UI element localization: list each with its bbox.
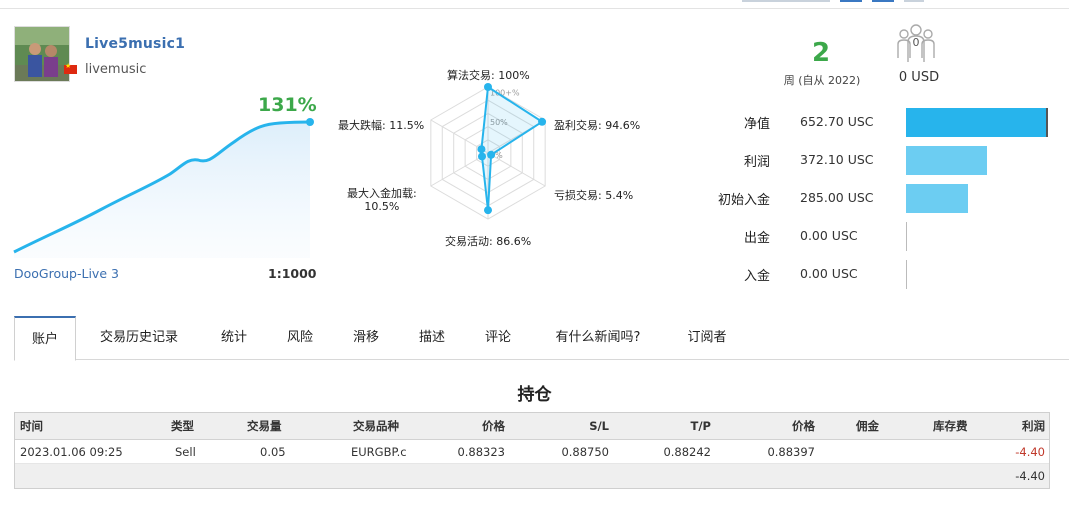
finance-row-equity: 净值 652.70 USC xyxy=(700,108,1060,137)
login-name: livemusic xyxy=(85,62,147,77)
radar-label-max-drawdown: 最大跌幅: 11.5% xyxy=(338,119,425,132)
tab-trade-history[interactable]: 交易历史记录 xyxy=(86,316,192,360)
positions-title: 持仓 xyxy=(517,385,552,405)
finance-bar-track xyxy=(906,184,1050,213)
col-type: 类型 xyxy=(171,419,194,433)
avatar[interactable] xyxy=(14,26,70,82)
tab-news[interactable]: 有什么新闻吗? xyxy=(538,316,658,360)
col-symbol: 交易品种 xyxy=(353,419,399,433)
radar-point xyxy=(477,145,486,154)
finance-value: 372.10 USC xyxy=(800,152,874,167)
top-nav-fragment xyxy=(742,0,830,2)
cell-price-open: 0.88323 xyxy=(457,445,505,459)
radar-point xyxy=(477,152,486,161)
cell-sl: 0.88750 xyxy=(561,445,609,459)
cell-price-current: 0.88397 xyxy=(767,445,815,459)
radar-point xyxy=(484,83,492,91)
col-tp: T/P xyxy=(690,419,711,433)
tab-account[interactable]: 账户 xyxy=(14,316,76,361)
weeks-value: 2 xyxy=(811,38,831,68)
col-volume: 交易量 xyxy=(247,419,282,433)
radar-label-algo: 算法交易: 100% xyxy=(447,69,530,82)
radar-chart: 100+%50%0% xyxy=(430,83,547,220)
finance-row-initial-deposit: 初始入金 285.00 USC xyxy=(700,184,1060,213)
finance-row-profit: 利润 372.10 USC xyxy=(700,146,1060,175)
growth-area xyxy=(14,122,310,258)
finance-label: 利润 xyxy=(743,155,770,170)
total-profit: -4.40 xyxy=(1015,469,1045,483)
col-profit: 利润 xyxy=(1022,419,1045,433)
radar-point xyxy=(487,150,496,159)
cell-type: Sell xyxy=(175,445,196,459)
tab-bar: 账户 交易历史记录 统计 风险 滑移 描述 评论 有什么新闻吗? 订阅者 xyxy=(14,316,1069,361)
user-name[interactable]: Live5music1 xyxy=(85,36,185,52)
col-price-open: 价格 xyxy=(482,419,505,433)
col-time: 时间 xyxy=(20,419,43,433)
radar-label-line: 最大入金加载: xyxy=(347,187,417,200)
tab-risk[interactable]: 风险 xyxy=(274,316,326,360)
cell-time: 2023.01.06 09:25 xyxy=(20,445,123,459)
finance-bar-track xyxy=(906,260,1050,289)
flag-cn-icon xyxy=(64,62,77,74)
table-header: 时间 类型 交易量 交易品种 价格 S/L T/P 价格 佣金 库存费 利润 xyxy=(15,413,1049,440)
finance-bar-track xyxy=(906,108,1050,137)
finance-value: 0.00 USC xyxy=(800,266,858,281)
finance-value: 285.00 USC xyxy=(800,190,874,205)
finance-bar-track xyxy=(906,222,1050,251)
user-login-row: livemusic xyxy=(64,62,146,77)
finance-value: 652.70 USC xyxy=(800,114,874,129)
tab-slippage[interactable]: 滑移 xyxy=(340,316,392,360)
col-commission: 佣金 xyxy=(856,419,879,433)
cell-volume: 0.05 xyxy=(260,445,286,459)
growth-value: 131% xyxy=(258,94,317,116)
growth-chart xyxy=(13,118,314,258)
finance-bar xyxy=(906,108,1048,137)
cell-profit: -4.40 xyxy=(1015,445,1045,459)
cell-tp: 0.88242 xyxy=(663,445,711,459)
subscribers-count: 0 xyxy=(912,36,920,49)
table-total-row: -4.40 xyxy=(15,464,1049,488)
tab-statistics[interactable]: 统计 xyxy=(208,316,260,360)
table-row: 2023.01.06 09:25 Sell 0.05 EURGBP.c 0.88… xyxy=(15,440,1049,464)
weeks-label: 周 (自从 2022) xyxy=(783,74,861,87)
finance-bar xyxy=(906,184,968,213)
finance-label: 初始入金 xyxy=(717,193,770,208)
finance-label: 出金 xyxy=(743,231,770,246)
finance-value: 0.00 USC xyxy=(800,228,858,243)
finance-bar-track xyxy=(906,146,1050,175)
finance-bar xyxy=(906,260,907,289)
radar-label-profit-trades: 盈利交易: 94.6% xyxy=(554,119,641,132)
radar-label-max-deposit-load: 最大入金加载: 10.5% xyxy=(347,187,417,213)
radar-label-activity: 交易活动: 86.6% xyxy=(445,235,532,248)
finance-bar xyxy=(906,146,987,175)
finance-bar xyxy=(906,222,907,251)
growth-endpoint xyxy=(306,118,314,126)
col-swap: 库存费 xyxy=(933,419,968,433)
leverage: 1:1000 xyxy=(268,266,317,281)
tab-description[interactable]: 描述 xyxy=(406,316,458,360)
finance-label: 净值 xyxy=(743,117,770,132)
tab-subscribers[interactable]: 订阅者 xyxy=(676,316,738,360)
finance-row-deposits: 入金 0.00 USC xyxy=(700,260,1060,289)
top-nav-fragment xyxy=(904,0,924,2)
positions-table: 时间 类型 交易量 交易品种 价格 S/L T/P 价格 佣金 库存费 利润 2… xyxy=(14,412,1050,489)
server-name[interactable]: DooGroup-Live 3 xyxy=(14,266,119,281)
col-sl: S/L xyxy=(589,419,609,433)
radar-point xyxy=(538,117,547,126)
radar-label-loss-trades: 亏损交易: 5.4% xyxy=(554,189,634,202)
tab-reviews[interactable]: 评论 xyxy=(472,316,524,360)
finance-row-withdrawals: 出金 0.00 USC xyxy=(700,222,1060,251)
radar-label-line: 10.5% xyxy=(364,200,400,213)
cell-symbol: EURGBP.c xyxy=(351,445,407,459)
top-nav-fragment xyxy=(872,0,894,2)
top-divider xyxy=(0,8,1069,9)
radar-point xyxy=(484,206,492,215)
subscribers-value: 0 USD xyxy=(898,70,940,85)
col-price-current: 价格 xyxy=(792,419,815,433)
top-nav-fragment xyxy=(840,0,862,2)
finance-label: 入金 xyxy=(743,269,770,284)
